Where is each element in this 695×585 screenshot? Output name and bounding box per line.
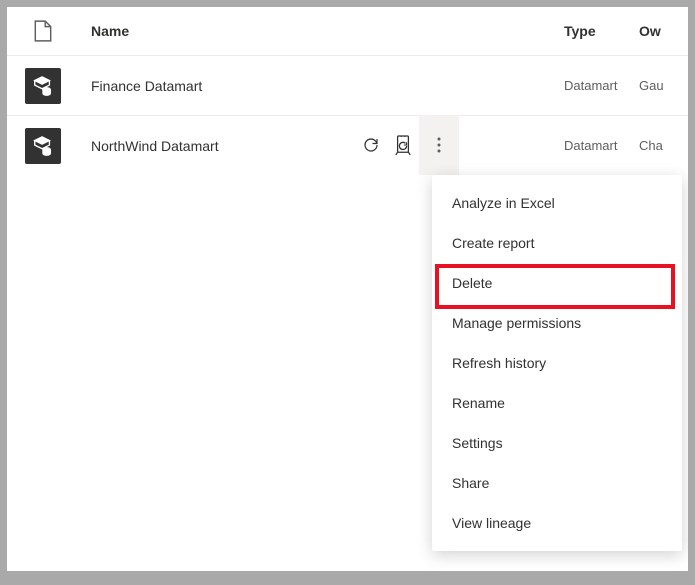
table-row[interactable]: NorthWind Datamart Datamart Cha [7,115,688,175]
menu-refresh-history[interactable]: Refresh history [432,343,682,383]
row-type: Datamart [484,138,639,153]
context-menu: Analyze in Excel Create report Delete Ma… [432,175,682,551]
datamart-icon [25,128,61,164]
schedule-icon [394,135,412,155]
row-name: Finance Datamart [79,78,424,94]
row-actions [355,115,459,175]
schedule-refresh-button[interactable] [387,129,419,161]
refresh-icon [362,136,380,154]
header-icon-col [7,20,79,42]
row-owner: Gau [639,78,688,93]
header-name[interactable]: Name [79,23,424,39]
datamart-icon [25,68,61,104]
header-owner[interactable]: Ow [639,23,688,39]
menu-delete[interactable]: Delete [432,263,682,303]
menu-manage-permissions[interactable]: Manage permissions [432,303,682,343]
table-row[interactable]: Finance Datamart Datamart Gau [7,55,688,115]
more-options-button[interactable] [419,115,459,175]
file-icon [34,20,52,42]
menu-rename[interactable]: Rename [432,383,682,423]
refresh-button[interactable] [355,129,387,161]
row-icon-col [7,68,79,104]
workspace-list: Name Type Ow Finance Datamart Datamart G… [7,7,688,571]
menu-view-lineage[interactable]: View lineage [432,503,682,543]
header-type[interactable]: Type [484,23,639,39]
menu-settings[interactable]: Settings [432,423,682,463]
row-type: Datamart [484,78,639,93]
row-owner: Cha [639,138,688,153]
more-vertical-icon [437,137,441,153]
menu-share[interactable]: Share [432,463,682,503]
menu-create-report[interactable]: Create report [432,223,682,263]
menu-analyze-excel[interactable]: Analyze in Excel [432,183,682,223]
row-icon-col [7,128,79,164]
table-header: Name Type Ow [7,7,688,55]
